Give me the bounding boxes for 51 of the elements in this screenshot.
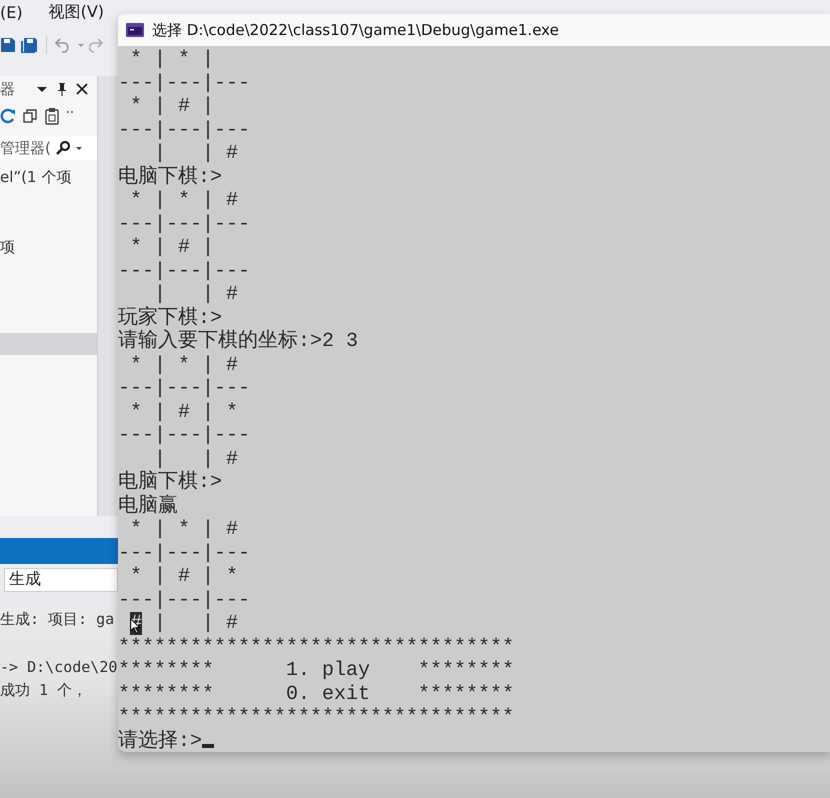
console-text: ******** 0. exit ******** [118,682,514,706]
console-text: | | # [154,448,238,470]
refresh-icon[interactable] [0,108,16,124]
console-app-icon [126,23,144,37]
output-source-dropdown[interactable]: 生成 [4,568,118,592]
search-icon[interactable] [54,140,71,156]
clipboard-icon[interactable] [44,107,60,125]
console-text: ---|---|--- [118,377,250,400]
console-text: ---|---|--- [118,424,250,447]
collapse-icon[interactable] [22,108,38,124]
console-text: * | # | [129,95,214,118]
console-text: 玩家下棋:> [118,306,222,330]
window-title: 选择 D:\code\2022\class107\game1\Debug\game1.exe [152,20,559,40]
console-text: | | # [153,142,238,165]
console-text: * | # | * [129,400,238,424]
console-text: * | * | # [129,518,238,541]
menu-item[interactable]: (E) [0,2,23,22]
console-text: ---|---|--- [118,542,250,564]
console-text: ---|---|--- [118,260,250,282]
dropdown-caret-icon[interactable] [74,144,83,152]
save-icon[interactable] [0,37,16,53]
console-text: ********************************* [118,636,514,658]
console-text: | | # [153,283,238,306]
console-text: 电脑赢 [118,494,178,518]
console-text: 电脑下棋:> [118,471,222,494]
console-text: ---|---|--- [118,212,250,236]
console-text: 请输入要下棋的坐标:>2 3 [118,330,358,353]
output-line: 成功 1 个， [0,681,88,701]
console-text: * | * | # [129,354,238,376]
save-all-icon[interactable] [20,37,38,53]
console-text: 请选择:> [118,730,202,752]
console-text: ********************************* [118,706,514,729]
console-text: ---|---|--- [118,118,250,142]
output-line: 生成: 项目: ga [0,610,116,630]
output-line: -> D:\code\20 [0,658,118,678]
console-text: * | * | # [129,189,238,212]
menu-item[interactable]: 视图(V) [48,2,104,22]
console-text: 电脑下棋:> [118,166,222,188]
console-text: ---|---|--- [118,72,250,94]
console-text: * | # | [129,236,214,259]
console-text: * | # | * [129,565,238,588]
tree-item[interactable]: el”(1 个项 [0,168,98,190]
search-field[interactable]: 管理器( [0,136,98,160]
pin-icon[interactable] [56,82,68,96]
console-text: | | # [153,612,238,635]
console-text: ---|---|--- [118,588,250,612]
tree-item[interactable]: 项 [0,238,98,260]
close-icon[interactable] [76,83,88,95]
console-text: ******** 1. play ******** [118,659,514,682]
console-text: * | * | [129,48,214,71]
panel-title: 器 [0,80,16,98]
